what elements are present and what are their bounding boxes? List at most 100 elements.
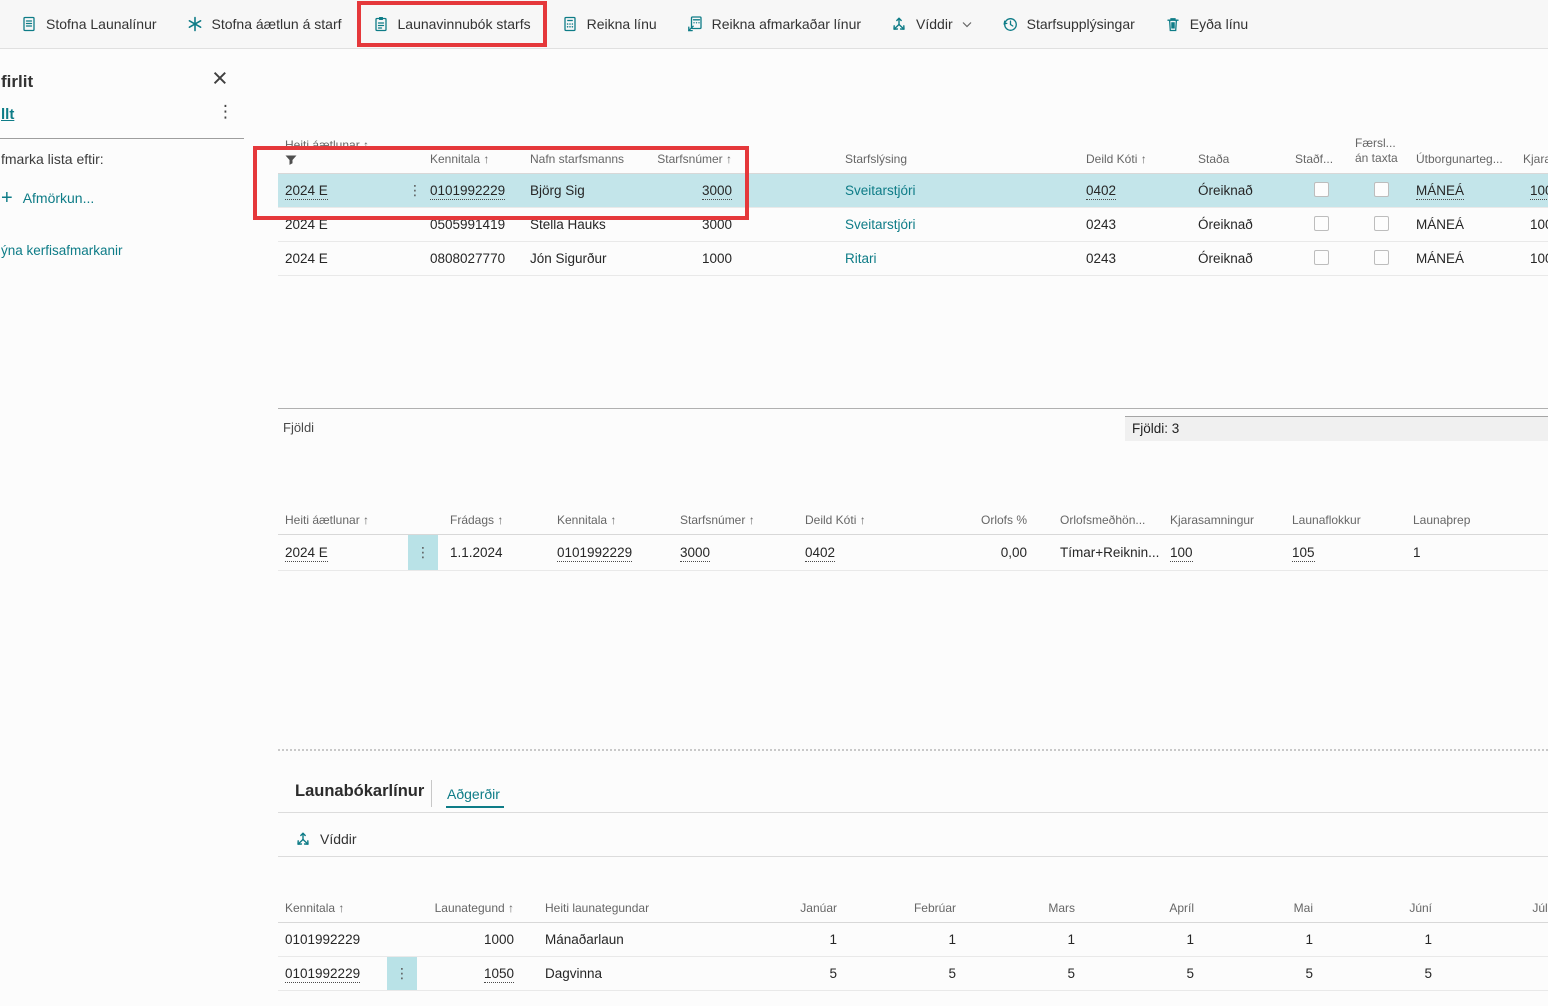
column-header-month-januar[interactable]: Janúar [720,858,845,923]
cell-utborgunartegund[interactable]: MÁNEÁ [1416,242,1523,276]
checkbox-stadfest[interactable] [1314,216,1329,231]
cell-month-mars[interactable]: 1 [964,923,1083,957]
column-header-kjarasamningur[interactable]: Kjarasamningur [1170,495,1292,535]
cell-month-juli[interactable] [1440,957,1548,991]
cell-stadfest[interactable] [1295,208,1355,242]
cell-month-juni[interactable]: 1 [1321,923,1440,957]
cell-month-juni[interactable]: 5 [1321,957,1440,991]
show-system-filters-link[interactable]: ýna kerfisafmarkanir [1,243,123,258]
column-header-month-mai[interactable]: Mai [1202,858,1321,923]
cell-heiti[interactable]: 2024 E [278,535,408,571]
cell-orlofsmedhondlun[interactable]: Tímar+Reiknin... [1060,535,1170,571]
cell-month-januar[interactable]: 5 [720,957,845,991]
column-header-launathrep[interactable]: Launaþrep [1413,495,1548,535]
checkbox-faersla-an-taxta[interactable] [1374,250,1389,265]
close-icon[interactable]: × [212,65,228,92]
column-header-starfsnumer[interactable]: Starfsnúmer ↑ [648,100,740,174]
column-header-orlofsmedhondlun[interactable]: Orlofsmeðhön... [1060,495,1170,535]
cell-month-februar[interactable]: 1 [845,923,964,957]
view-all-link[interactable]: llt [1,106,14,123]
checkbox-faersla-an-taxta[interactable] [1374,182,1389,197]
toolbar-button-stofna-aaetlun-a-starf[interactable]: Stofna áætlun á starf [172,0,357,48]
column-header-month-april[interactable]: Apríl [1083,858,1202,923]
toolbar-button-viddir[interactable]: Víddir [876,0,987,48]
column-header-fradags[interactable]: Frádags ↑ [438,495,557,535]
row-menu-cell-focused[interactable]: ⋮ [408,535,438,571]
cell-faersla-an-taxta[interactable] [1355,174,1416,208]
cell-deild[interactable]: 0243 [1086,242,1198,276]
column-header-month-februar[interactable]: Febrúar [845,858,964,923]
column-header-launaflokkur[interactable]: Launaflokkur [1292,495,1413,535]
toolbar-button-starfsupplysingar[interactable]: Starfsupplýsingar [987,0,1150,48]
cell-launaflokkur[interactable]: 105 [1292,535,1413,571]
cell-starfsnumer[interactable]: 3000 [648,174,740,208]
row-menu-cell[interactable] [400,242,430,276]
table-row-selected[interactable]: 2024 E ⋮ 0101992229 Björg Sig 3000 Sveit… [278,174,1548,208]
cell-kennitala[interactable]: 0101992229 [430,174,530,208]
column-header-month-juni[interactable]: Júní [1321,858,1440,923]
row-menu-icon[interactable]: ⋮ [416,544,430,560]
column-header-launategund[interactable]: Launategund ↑ [417,858,522,923]
cell-month-mars[interactable]: 5 [964,957,1083,991]
column-header-starfsnumer[interactable]: Starfsnúmer ↑ [680,495,805,535]
cell-launathrep[interactable]: 1 [1413,535,1548,571]
cell-deild[interactable]: 0402 [805,535,935,571]
cell-fradags[interactable]: 1.1.2024 [438,535,557,571]
cell-stadfest[interactable] [1295,174,1355,208]
checkbox-stadfest[interactable] [1314,182,1329,197]
cell-month-mai[interactable]: 5 [1202,957,1321,991]
cell-starfsnumer[interactable]: 3000 [680,535,805,571]
cell-stada[interactable]: Óreiknað [1198,208,1295,242]
toolbar-button-eyda-linu[interactable]: Eyða línu [1150,0,1263,48]
cell-heiti[interactable]: 2024 E [278,174,400,208]
row-menu-icon[interactable]: ⋮ [395,965,409,981]
cell-kennitala[interactable]: 0101992229 [278,957,387,991]
cell-stadfest[interactable] [1295,242,1355,276]
table-row[interactable]: 0101992229 1000 Mánaðarlaun 1 1 1 1 1 1 [278,923,1548,957]
cell-month-april[interactable]: 5 [1083,957,1202,991]
cell-month-februar[interactable]: 5 [845,957,964,991]
row-menu-cell[interactable]: ⋮ [400,174,430,208]
cell-month-april[interactable]: 1 [1083,923,1202,957]
checkbox-faersla-an-taxta[interactable] [1374,216,1389,231]
column-header-stada[interactable]: Staða [1198,100,1295,174]
column-header-nafn-starfsmanns[interactable]: Nafn starfsmanns [530,100,648,174]
cell-starfslysing[interactable]: Sveitarstjóri [845,174,1086,208]
cell-faersla-an-taxta[interactable] [1355,208,1416,242]
cell-stada[interactable]: Óreiknað [1198,174,1295,208]
cell-starfslysing[interactable]: Ritari [845,242,1086,276]
table-row[interactable]: 2024 E ⋮ 1.1.2024 0101992229 3000 0402 0… [278,535,1548,571]
toolbar-button-launavinnubok-starfs[interactable]: Launavinnubók starfs [357,1,547,47]
cell-kjarasamningur[interactable]: 100 [1170,535,1292,571]
column-header-starfslysing[interactable]: Starfslýsing [845,100,1086,174]
cell-starfsnumer[interactable]: 1000 [648,242,740,276]
cell-month-mai[interactable]: 1 [1202,923,1321,957]
column-header-stadfest[interactable]: Staðf... [1295,100,1355,174]
column-header-month-mars[interactable]: Mars [964,858,1083,923]
cell-starfslysing[interactable]: Sveitarstjóri [845,208,1086,242]
toolbar-button-reikna-linu[interactable]: Reikna línu [547,0,672,48]
table-row[interactable]: 0101992229 ⋮ 1050 Dagvinna 5 5 5 5 5 5 [278,957,1548,991]
cell-stada[interactable]: Óreiknað [1198,242,1295,276]
tab-adgerdir[interactable]: Aðgerðir [447,786,500,802]
column-header-heiti-aaetlunar[interactable]: Heiti áætlunar ↑ [278,495,408,535]
column-header-faersla-an-taxta[interactable]: Færsl... án taxta [1355,100,1416,174]
row-menu-cell-focused[interactable]: ⋮ [387,957,417,991]
cell-heiti-launategundar[interactable]: Mánaðarlaun [522,923,720,957]
table-row[interactable]: 2024 E 0808027770 Jón Sigurður 1000 Rita… [278,242,1548,276]
cell-utborgunartegund[interactable]: MÁNEÁ [1416,174,1523,208]
cell-nafn[interactable]: Stella Hauks [530,208,648,242]
toolbar-button-stofna-launalinur[interactable]: Stofna Launalínur [6,0,172,48]
cell-kennitala[interactable]: 0101992229 [557,535,680,571]
row-menu-icon[interactable]: ⋮ [408,182,422,198]
cell-kjarasamningur[interactable]: 100 [1523,208,1548,242]
cell-kjarasamningur[interactable]: 100 [1523,242,1548,276]
cell-orlofs[interactable]: 0,00 [935,535,1035,571]
row-menu-cell[interactable] [400,208,430,242]
cell-faersla-an-taxta[interactable] [1355,242,1416,276]
checkbox-stadfest[interactable] [1314,250,1329,265]
cell-kennitala[interactable]: 0101992229 [278,923,387,957]
part-toolbar-viddir[interactable]: Víddir [295,822,357,856]
cell-month-januar[interactable]: 1 [720,923,845,957]
cell-deild[interactable]: 0402 [1086,174,1198,208]
